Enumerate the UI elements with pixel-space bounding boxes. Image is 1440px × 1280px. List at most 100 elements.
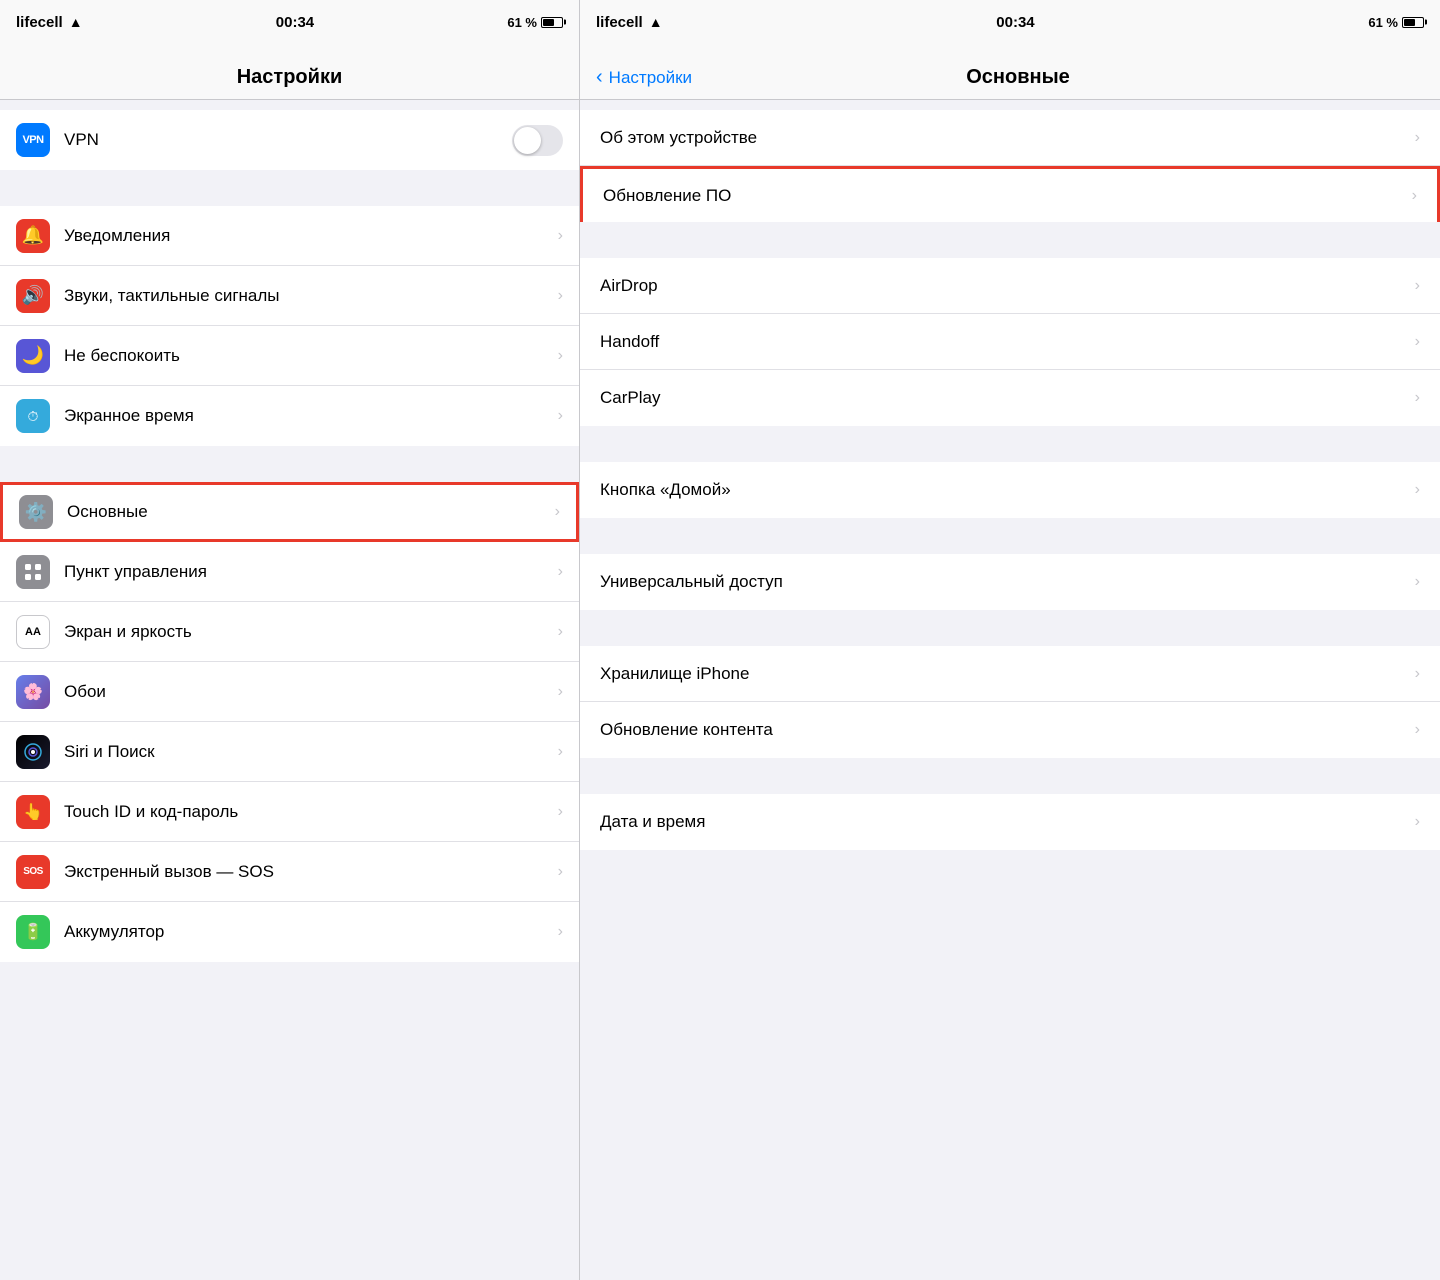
sos-icon: SOS <box>16 855 50 889</box>
left-status-left: lifecell ▲ <box>16 14 83 31</box>
battery-label: Аккумулятор <box>64 922 550 942</box>
general-chevron: › <box>555 503 560 521</box>
left-status-right: 61 % <box>507 15 563 30</box>
carplay-chevron: › <box>1415 389 1420 407</box>
right-section-4: Универсальный доступ › <box>580 554 1440 610</box>
right-nav-bar: ‹ Настройки Основные <box>580 44 1440 100</box>
vpn-toggle[interactable] <box>512 125 563 156</box>
settings-row-display[interactable]: AA Экран и яркость › <box>0 602 579 662</box>
wallpaper-chevron: › <box>558 683 563 701</box>
software-update-chevron: › <box>1412 187 1417 205</box>
home-button-chevron: › <box>1415 481 1420 499</box>
right-row-software-update[interactable]: Обновление ПО › <box>580 166 1440 222</box>
right-carrier: lifecell <box>596 14 643 31</box>
right-section-5: Хранилище iPhone › Обновление контента › <box>580 646 1440 758</box>
right-row-carplay[interactable]: CarPlay › <box>580 370 1440 426</box>
siri-label: Siri и Поиск <box>64 742 550 762</box>
dnd-icon: 🌙 <box>16 339 50 373</box>
settings-row-general[interactable]: ⚙️ Основные › <box>0 482 579 542</box>
left-carrier: lifecell <box>16 14 63 31</box>
right-battery-fill <box>1404 19 1415 26</box>
control-center-chevron: › <box>558 563 563 581</box>
handoff-label: Handoff <box>600 332 1415 352</box>
settings-row-control-center[interactable]: Пункт управления › <box>0 542 579 602</box>
right-nav-back-area[interactable]: ‹ Настройки <box>596 66 692 89</box>
dnd-label: Не беспокоить <box>64 346 550 366</box>
battery-setting-icon: 🔋 <box>16 915 50 949</box>
right-scroll-area[interactable]: Об этом устройстве › Обновление ПО › Air… <box>580 100 1440 1280</box>
right-row-date-time[interactable]: Дата и время › <box>580 794 1440 850</box>
right-battery-icon <box>1402 17 1424 28</box>
right-section-3: Кнопка «Домой» › <box>580 462 1440 518</box>
right-row-airdrop[interactable]: AirDrop › <box>580 258 1440 314</box>
right-status-right: 61 % <box>1368 15 1424 30</box>
settings-row-notifications[interactable]: 🔔 Уведомления › <box>0 206 579 266</box>
left-battery-fill <box>543 19 554 26</box>
wallpaper-icon: 🌸 <box>16 675 50 709</box>
settings-row-wallpaper[interactable]: 🌸 Обои › <box>0 662 579 722</box>
airdrop-label: AirDrop <box>600 276 1415 296</box>
date-time-label: Дата и время <box>600 812 1415 832</box>
right-status-left: lifecell ▲ <box>596 14 663 31</box>
siri-icon <box>16 735 50 769</box>
right-row-background-app[interactable]: Обновление контента › <box>580 702 1440 758</box>
general-icon: ⚙️ <box>19 495 53 529</box>
home-button-label: Кнопка «Домой» <box>600 480 1415 500</box>
settings-row-sos[interactable]: SOS Экстренный вызов — SOS › <box>0 842 579 902</box>
battery-chevron: › <box>558 923 563 941</box>
right-section-1: Об этом устройстве › Обновление ПО › <box>580 110 1440 222</box>
left-status-bar: lifecell ▲ 00:34 61 % <box>0 0 579 44</box>
right-status-bar: lifecell ▲ 00:34 61 % <box>580 0 1440 44</box>
background-app-chevron: › <box>1415 721 1420 739</box>
left-battery-icon <box>541 17 563 28</box>
right-nav-back-btn[interactable]: Настройки <box>609 68 692 88</box>
notifications-chevron: › <box>558 227 563 245</box>
sos-label: Экстренный вызов — SOS <box>64 862 550 882</box>
left-panel: lifecell ▲ 00:34 61 % Настройки VPN VPN <box>0 0 580 1280</box>
settings-row-screen-time[interactable]: ⏱ Экранное время › <box>0 386 579 446</box>
settings-row-touch-id[interactable]: 👆 Touch ID и код-пароль › <box>0 782 579 842</box>
touch-id-label: Touch ID и код-пароль <box>64 802 550 822</box>
accessibility-chevron: › <box>1415 573 1420 591</box>
left-vpn-section: VPN VPN <box>0 110 579 170</box>
software-update-label: Обновление ПО <box>603 186 1412 206</box>
vpn-icon: VPN <box>16 123 50 157</box>
settings-row-siri[interactable]: Siri и Поиск › <box>0 722 579 782</box>
display-icon: AA <box>16 615 50 649</box>
wallpaper-label: Обои <box>64 682 550 702</box>
notifications-icon: 🔔 <box>16 219 50 253</box>
siri-chevron: › <box>558 743 563 761</box>
control-center-label: Пункт управления <box>64 562 550 582</box>
left-section-2: ⚙️ Основные › Пункт управления › AA <box>0 482 579 962</box>
right-row-about[interactable]: Об этом устройстве › <box>580 110 1440 166</box>
display-label: Экран и яркость <box>64 622 550 642</box>
handoff-chevron: › <box>1415 333 1420 351</box>
screen-time-chevron: › <box>558 407 563 425</box>
right-row-iphone-storage[interactable]: Хранилище iPhone › <box>580 646 1440 702</box>
touch-id-icon: 👆 <box>16 795 50 829</box>
settings-row-sounds[interactable]: 🔊 Звуки, тактильные сигналы › <box>0 266 579 326</box>
touch-id-chevron: › <box>558 803 563 821</box>
right-wifi-icon: ▲ <box>649 14 663 30</box>
about-chevron: › <box>1415 129 1420 147</box>
settings-row-vpn[interactable]: VPN VPN <box>0 110 579 170</box>
general-label: Основные <box>67 502 547 522</box>
right-row-handoff[interactable]: Handoff › <box>580 314 1440 370</box>
left-nav-bar: Настройки <box>0 44 579 100</box>
sounds-icon: 🔊 <box>16 279 50 313</box>
about-label: Об этом устройстве <box>600 128 1415 148</box>
dnd-chevron: › <box>558 347 563 365</box>
right-battery-pct: 61 % <box>1368 15 1398 30</box>
settings-row-dnd[interactable]: 🌙 Не беспокоить › <box>0 326 579 386</box>
left-battery-pct: 61 % <box>507 15 537 30</box>
left-wifi-icon: ▲ <box>69 14 83 30</box>
right-back-chevron: ‹ <box>596 66 603 89</box>
right-row-accessibility[interactable]: Универсальный доступ › <box>580 554 1440 610</box>
notifications-label: Уведомления <box>64 226 550 246</box>
screen-time-label: Экранное время <box>64 406 550 426</box>
date-time-chevron: › <box>1415 813 1420 831</box>
right-section-6: Дата и время › <box>580 794 1440 850</box>
settings-row-battery[interactable]: 🔋 Аккумулятор › <box>0 902 579 962</box>
left-scroll-area[interactable]: VPN VPN 🔔 Уведомления › 🔊 Звуки, тактиль… <box>0 100 579 1280</box>
right-row-home-button[interactable]: Кнопка «Домой» › <box>580 462 1440 518</box>
